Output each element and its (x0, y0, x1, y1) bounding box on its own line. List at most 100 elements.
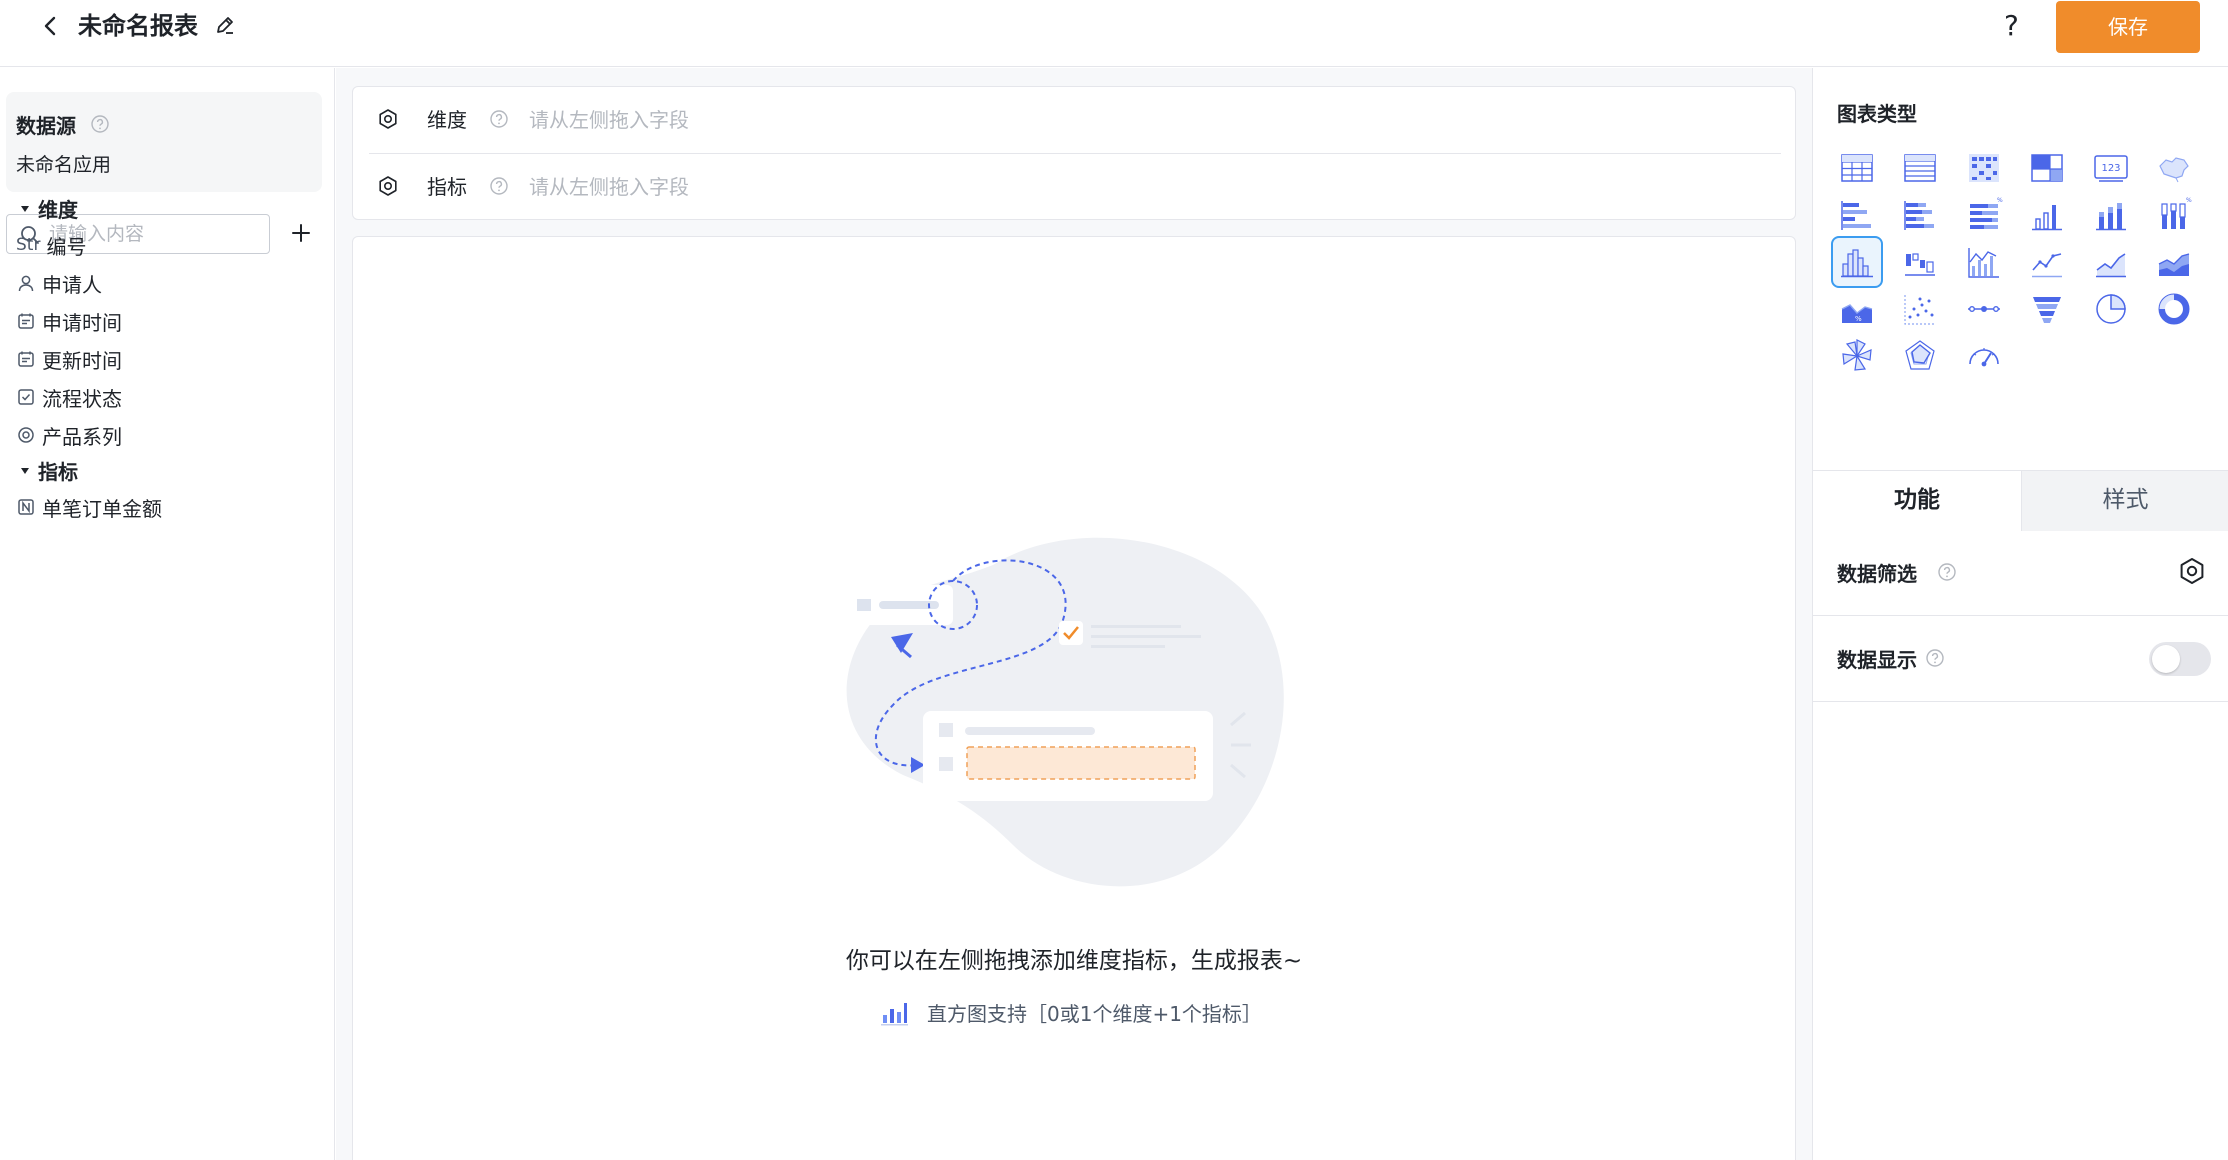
donut-icon[interactable] (2148, 283, 2200, 335)
svg-text:%: % (2186, 197, 2192, 204)
calendar-icon (16, 311, 36, 331)
empty-state-hint: 你可以在左侧拖拽添加维度指标，生成报表~ (845, 948, 1303, 974)
field-label: 更新时间 (42, 348, 122, 373)
field-item-process-status[interactable]: 流程状态 (16, 382, 122, 412)
svg-text:123: 123 (2101, 163, 2120, 174)
chart-canvas: 你可以在左侧拖拽添加维度指标，生成报表~ 直方图支持［0或1个维度+1个指标］ (352, 236, 1796, 1160)
save-button[interactable]: 保存 (2056, 1, 2200, 53)
percent-bar-horizontal-icon[interactable]: % (1958, 189, 2010, 241)
radio-icon (16, 425, 36, 445)
field-item-product-series[interactable]: 产品系列 (16, 420, 122, 450)
field-label: 单笔订单金额 (42, 496, 162, 521)
metric-group-header[interactable]: 指标 (18, 456, 78, 485)
caret-down-icon (18, 464, 32, 478)
rose-icon[interactable] (1831, 330, 1883, 382)
chart-type-title: 图表类型 (1837, 102, 1917, 126)
bar-chart-icon (879, 997, 909, 1027)
cross-table-icon[interactable] (2021, 142, 2073, 194)
data-display-label: 数据显示 (1837, 648, 1917, 672)
config-panel: 图表类型 123%%% 功能 样式 数据筛选 数据显示 (1812, 68, 2228, 1160)
pivot-table-icon[interactable] (1958, 142, 2010, 194)
settings-icon[interactable] (377, 175, 399, 197)
add-field-icon[interactable] (288, 220, 314, 246)
dimension-drop-row[interactable]: 维度 请从左侧拖入字段 (353, 87, 1795, 153)
help-button[interactable]: ? (2004, 10, 2019, 42)
field-item-order-amount[interactable]: 单笔订单金额 (16, 492, 162, 522)
stacked-area-icon[interactable] (2148, 236, 2200, 288)
report-title: 未命名报表 (78, 12, 198, 40)
bar-horizontal-icon[interactable] (1831, 189, 1883, 241)
dimension-group-header[interactable]: 维度 (18, 194, 78, 223)
data-display-section: 数据显示 (1813, 616, 2228, 702)
checkbox-icon (16, 387, 36, 407)
data-filter-section: 数据筛选 (1813, 530, 2228, 616)
help-circle-icon[interactable] (1925, 648, 1945, 668)
settings-icon[interactable] (2177, 556, 2207, 586)
timeline-icon[interactable] (1958, 283, 2010, 335)
text-type-icon: Str (16, 235, 41, 255)
field-item-bianhao[interactable]: Str 编号 (16, 230, 86, 260)
percent-area-icon[interactable]: % (1831, 283, 1883, 335)
back-icon[interactable] (36, 12, 64, 40)
area-icon[interactable] (2085, 236, 2137, 288)
dimension-group-label: 维度 (38, 198, 78, 222)
dimension-label: 维度 (427, 108, 467, 132)
datasource-title: 数据源 (16, 114, 76, 138)
dimension-placeholder: 请从左侧拖入字段 (529, 108, 689, 132)
field-label: 编号 (46, 234, 87, 259)
pie-icon[interactable] (2085, 283, 2137, 335)
scatter-icon[interactable] (1894, 283, 1946, 335)
gauge-icon[interactable] (1958, 330, 2010, 382)
tab-style[interactable]: 样式 (2021, 471, 2228, 531)
column-icon[interactable] (2021, 189, 2073, 241)
help-circle-icon[interactable] (1937, 562, 1957, 582)
tab-function[interactable]: 功能 (1813, 471, 2021, 531)
chart-support-text: 直方图支持［0或1个维度+1个指标］ (927, 1001, 1262, 1026)
help-circle-icon[interactable] (90, 114, 110, 134)
radar-icon[interactable] (1894, 330, 1946, 382)
field-panel: 数据源 未命名应用 维度 Str 编号 申请人 (0, 68, 335, 1160)
svg-text:%: % (1855, 315, 1862, 323)
stacked-column-icon[interactable] (2085, 189, 2137, 241)
table-icon[interactable] (1831, 142, 1883, 194)
field-item-apply-time[interactable]: 申请时间 (16, 306, 122, 336)
detail-table-icon[interactable] (1894, 142, 1946, 194)
histogram-icon[interactable] (1831, 236, 1883, 288)
report-canvas-area: 维度 请从左侧拖入字段 指标 请从左侧拖入字段 你可以在左侧拖拽添加维度指标，生… (336, 68, 1812, 1160)
data-filter-label: 数据筛选 (1837, 562, 1917, 586)
edit-title-icon[interactable] (214, 14, 236, 36)
field-item-applicant[interactable]: 申请人 (16, 268, 102, 298)
field-item-update-time[interactable]: 更新时间 (16, 344, 122, 374)
empty-state-illustration (841, 537, 1284, 887)
datasource-card[interactable]: 数据源 未命名应用 (6, 92, 322, 192)
field-label: 申请人 (42, 272, 102, 297)
svg-text:%: % (1997, 197, 2003, 204)
toggle-knob (2152, 645, 2180, 673)
help-circle-icon[interactable] (489, 176, 509, 196)
field-label: 产品系列 (42, 424, 122, 449)
waterfall-icon[interactable] (1894, 236, 1946, 288)
field-label: 申请时间 (42, 310, 122, 335)
combo-icon[interactable] (1958, 236, 2010, 288)
chart-support-note: 直方图支持［0或1个维度+1个指标］ (879, 997, 1262, 1027)
report-editor: 未命名报表 ? 保存 数据源 未命名应用 维度 St (0, 0, 2228, 1160)
metric-label: 指标 (427, 175, 467, 199)
caret-down-icon (18, 202, 32, 216)
data-display-toggle[interactable] (2149, 642, 2211, 676)
metric-group-label: 指标 (38, 460, 78, 484)
line-icon[interactable] (2021, 236, 2073, 288)
top-bar: 未命名报表 ? 保存 (0, 0, 2228, 67)
calendar-icon (16, 349, 36, 369)
metric-drop-row[interactable]: 指标 请从左侧拖入字段 (353, 154, 1795, 220)
datasource-app-name: 未命名应用 (16, 154, 112, 176)
settings-icon[interactable] (377, 108, 399, 130)
field-drop-zone: 维度 请从左侧拖入字段 指标 请从左侧拖入字段 (352, 86, 1796, 220)
indicator-card-icon[interactable]: 123 (2085, 142, 2137, 194)
stacked-bar-horizontal-icon[interactable] (1894, 189, 1946, 241)
percent-column-icon[interactable]: % (2148, 189, 2200, 241)
map-icon[interactable] (2148, 142, 2200, 194)
funnel-icon[interactable] (2021, 283, 2073, 335)
number-type-icon (16, 497, 36, 517)
metric-placeholder: 请从左侧拖入字段 (529, 175, 689, 199)
help-circle-icon[interactable] (489, 109, 509, 129)
